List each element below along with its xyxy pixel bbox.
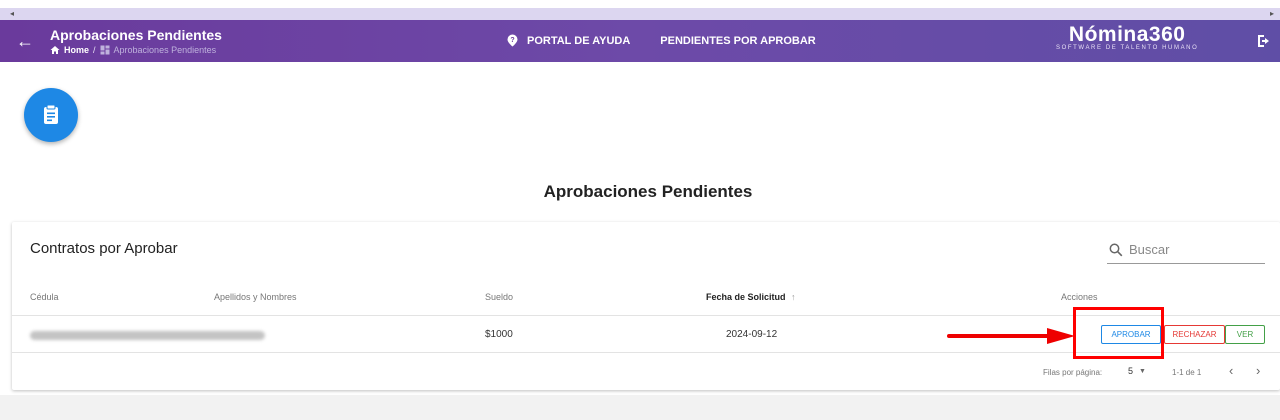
breadcrumb: Home / Aprobaciones Pendientes [50,45,216,55]
column-header-nombres[interactable]: Apellidos y Nombres [214,292,297,302]
view-button[interactable]: VER [1225,325,1265,344]
back-arrow-icon[interactable]: ← [14,30,36,52]
rows-per-page-select[interactable]: 5 ▼ [1128,366,1146,376]
main-content: Aprobaciones Pendientes Contratos por Ap… [0,62,1280,395]
brand-name: Nómina360 [1068,23,1186,46]
pending-approval-link[interactable]: PENDIENTES POR APROBAR [660,34,815,47]
table-title: Contratos por Aprobar [30,240,178,257]
search-placeholder: Buscar [1129,242,1170,257]
redacted-cedula-and-name [30,331,265,340]
header-nav: ? PORTAL DE AYUDA PENDIENTES POR APROBAR [506,34,816,47]
pagination-range: 1-1 de 1 [1172,368,1202,377]
breadcrumb-current: Aprobaciones Pendientes [113,45,217,55]
clipboard-icon [44,104,58,124]
dashboard-icon [100,45,110,55]
app-bar: ← Aprobaciones Pendientes Home / Aprobac… [0,20,1280,62]
sort-ascending-icon: ↑ [791,292,796,302]
scroll-left-icon[interactable]: ◂ [10,9,14,19]
scroll-right-icon[interactable]: ▸ [1270,9,1274,19]
home-icon [50,46,60,54]
column-header-fecha[interactable]: Fecha de Solicitud ↑ [706,292,796,302]
horizontal-scrollbar[interactable]: ◂ ▸ [0,0,1280,20]
scrollbar-track[interactable] [0,8,1280,20]
help-portal-link[interactable]: ? PORTAL DE AYUDA [506,34,630,47]
page-title: Aprobaciones Pendientes [543,182,753,201]
highlight-box [1073,307,1164,359]
cell-sueldo: $1000 [485,329,513,340]
rows-per-page-label: Filas por página: [1043,368,1103,377]
help-icon: ? [507,34,518,47]
dropdown-arrow-icon: ▼ [1139,367,1146,375]
reject-button[interactable]: RECHAZAR [1164,325,1225,344]
help-link-label: PORTAL DE AYUDA [527,34,631,47]
search-field[interactable]: Buscar [1107,236,1265,264]
svg-text:?: ? [510,37,514,44]
next-page-icon[interactable]: › [1256,363,1260,378]
brand-logo: Nómina360 SOFTWARE DE TALENTO HUMANO [1056,23,1198,51]
contracts-table-card: Contratos por Aprobar Buscar Cédula Apel… [12,222,1280,390]
column-header-sueldo[interactable]: Sueldo [485,292,513,302]
search-icon [1109,243,1123,256]
brand-tagline: SOFTWARE DE TALENTO HUMANO [1056,45,1199,51]
column-header-fecha-label: Fecha de Solicitud [706,292,786,302]
annotation-arrow-icon [947,328,1075,344]
breadcrumb-home[interactable]: Home [64,45,89,55]
rows-per-page-value: 5 [1128,366,1134,376]
previous-page-icon[interactable]: ‹ [1229,363,1233,378]
clipboard-fab-button[interactable] [24,88,78,142]
breadcrumb-separator: / [93,45,96,55]
pending-link-label: PENDIENTES POR APROBAR [660,34,816,47]
cell-fecha: 2024-09-12 [726,329,778,340]
app-bar-title: Aprobaciones Pendientes [50,27,222,43]
table-pagination: Filas por página: 5 ▼ 1-1 de 1 ‹ › [12,354,1280,390]
column-header-acciones: Acciones [1061,292,1098,302]
column-header-cedula[interactable]: Cédula [30,292,59,302]
logout-icon[interactable] [1255,32,1273,50]
